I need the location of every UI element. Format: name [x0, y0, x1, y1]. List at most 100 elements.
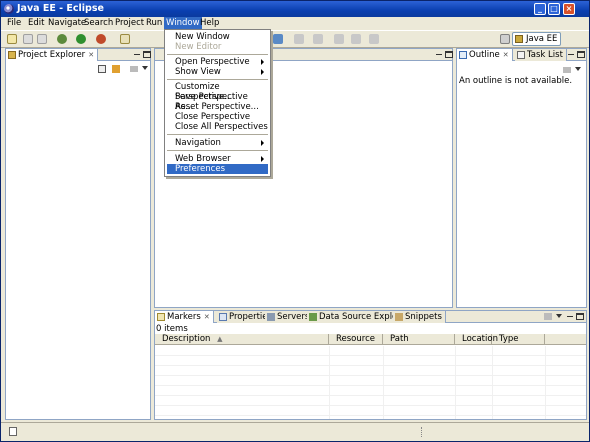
external-tools-icon[interactable]	[96, 34, 106, 44]
markers-table-header: Description ▲ Resource Path Location Typ…	[155, 334, 586, 345]
maximize-view-icon[interactable]	[143, 51, 151, 58]
properties-icon	[219, 313, 227, 321]
column-label: Description	[162, 334, 211, 344]
column-description[interactable]: Description ▲	[155, 334, 329, 345]
column-divider	[545, 346, 546, 419]
outline-message: An outline is not available.	[459, 76, 573, 86]
close-tab-icon[interactable]: ✕	[88, 51, 94, 59]
menu-search[interactable]: Search	[82, 17, 115, 30]
title-bar: Java EE - Eclipse _ □ ×	[1, 1, 589, 17]
next-annotation-icon[interactable]	[313, 34, 323, 44]
column-path[interactable]: Path	[383, 334, 455, 345]
editor-minimize-icon[interactable]	[435, 51, 443, 58]
view-menu-icon[interactable]	[130, 66, 138, 72]
task-list-icon	[517, 51, 525, 59]
column-divider	[492, 346, 493, 419]
perspective-label: Java EE	[526, 34, 558, 44]
close-tab-icon[interactable]: ✕	[503, 51, 509, 59]
sort-ascending-icon: ▲	[217, 335, 223, 343]
annotation-icon[interactable]	[294, 34, 304, 44]
table-row	[155, 396, 586, 406]
fast-view-icon[interactable]	[9, 427, 17, 436]
maximize-view-icon[interactable]	[576, 313, 584, 320]
chevron-down-icon[interactable]	[142, 66, 148, 70]
chevron-down-icon[interactable]	[575, 67, 581, 71]
menu-bar: File Edit Navigate Search Project Run Wi…	[1, 17, 589, 30]
eclipse-logo-icon	[4, 4, 14, 14]
project-explorer-header: Project Explorer ✕	[6, 49, 151, 61]
maximize-button[interactable]: □	[548, 3, 560, 15]
menu-item-web-browser[interactable]: Web Browser	[167, 154, 268, 164]
history-icon[interactable]	[369, 34, 379, 44]
chevron-down-icon[interactable]	[556, 314, 562, 318]
menu-item-show-view[interactable]: Show View	[167, 67, 268, 77]
minimize-view-icon[interactable]	[133, 51, 141, 58]
menu-item-label: Web Browser	[175, 154, 231, 164]
tab-outline[interactable]: Outline ✕	[457, 49, 513, 61]
menu-run[interactable]: Run	[144, 17, 164, 30]
column-divider	[383, 346, 384, 419]
column-resource[interactable]: Resource	[329, 334, 383, 345]
new-icon[interactable]	[7, 34, 17, 44]
open-perspective-icon[interactable]	[500, 34, 510, 44]
markers-icon	[157, 313, 165, 321]
menu-item-reset-perspective[interactable]: Reset Perspective...	[167, 102, 268, 112]
close-tab-icon[interactable]: ✕	[204, 313, 210, 321]
tab-markers[interactable]: Markers ✕	[155, 311, 214, 323]
folder-icon	[8, 51, 16, 59]
menu-item-save-perspective-as[interactable]: Save Perspective As...	[167, 92, 268, 112]
menu-separator	[167, 134, 268, 135]
save-icon[interactable]	[23, 34, 33, 44]
menu-item-close-all-perspectives[interactable]: Close All Perspectives	[167, 122, 268, 132]
close-button[interactable]: ×	[563, 3, 575, 15]
menu-edit[interactable]: Edit	[26, 17, 46, 30]
minimize-view-icon[interactable]	[566, 313, 574, 320]
column-type[interactable]: Type	[492, 334, 545, 345]
run-icon[interactable]	[76, 34, 86, 44]
view-menu-icon[interactable]	[544, 313, 552, 320]
link-editor-icon[interactable]	[112, 65, 120, 73]
debug-icon[interactable]	[57, 34, 67, 44]
main-toolbar: Java EE	[1, 30, 589, 48]
menu-item-label: Show View	[175, 67, 221, 77]
view-menu-icon[interactable]	[563, 67, 571, 73]
minimize-view-icon[interactable]	[567, 51, 575, 58]
tab-label: Servers	[277, 312, 310, 322]
menu-item-navigation[interactable]: Navigation	[167, 138, 268, 148]
outline-header: Outline ✕ Task List	[457, 49, 586, 61]
tab-project-explorer[interactable]: Project Explorer ✕	[6, 49, 99, 61]
column-location[interactable]: Location	[455, 334, 498, 345]
markers-view: Markers ✕ Properties Servers Data Source …	[154, 310, 587, 420]
tab-task-list[interactable]: Task List	[515, 49, 567, 61]
back-icon[interactable]	[334, 34, 344, 44]
chevron-right-icon	[261, 59, 264, 65]
database-icon	[309, 313, 317, 321]
table-row	[155, 406, 586, 416]
forward-icon[interactable]	[351, 34, 361, 44]
tab-label: Project Explorer	[18, 50, 86, 60]
new-wizard-icon[interactable]	[120, 34, 130, 44]
menu-item-open-perspective[interactable]: Open Perspective	[167, 57, 268, 67]
menu-file[interactable]: File	[5, 17, 23, 30]
editor-maximize-icon[interactable]	[445, 51, 453, 58]
markers-table-body	[155, 346, 586, 419]
menu-item-close-perspective[interactable]: Close Perspective	[167, 112, 268, 122]
java-ee-icon	[515, 35, 523, 43]
menu-item-customize-perspective[interactable]: Customize Perspective...	[167, 82, 268, 102]
menu-item-preferences[interactable]: Preferences	[167, 164, 268, 174]
item-count: 0 items	[156, 324, 188, 334]
print-icon[interactable]	[37, 34, 47, 44]
collapse-all-icon[interactable]	[98, 65, 106, 73]
search-icon[interactable]	[273, 34, 283, 44]
tab-label: Snippets	[405, 312, 442, 322]
menu-project[interactable]: Project	[113, 17, 146, 30]
tab-snippets[interactable]: Snippets	[393, 311, 446, 323]
menu-item-label: Navigation	[175, 138, 221, 148]
table-row	[155, 386, 586, 396]
snippets-icon	[395, 313, 403, 321]
maximize-view-icon[interactable]	[577, 51, 585, 58]
tab-label: Task List	[527, 50, 563, 60]
menu-item-new-window[interactable]: New Window	[167, 32, 268, 42]
minimize-button[interactable]: _	[534, 3, 546, 15]
java-ee-perspective-button[interactable]: Java EE	[512, 32, 562, 46]
